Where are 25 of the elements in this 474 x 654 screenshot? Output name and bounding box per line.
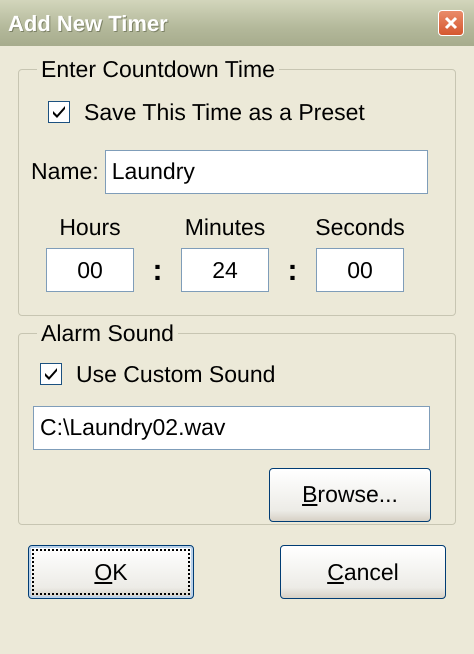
window-title: Add New Timer: [8, 10, 168, 38]
time-field[interactable]: 00: [316, 248, 404, 292]
browse-button[interactable]: Browse...: [269, 468, 431, 522]
checkbox[interactable]: [48, 101, 70, 124]
time-field[interactable]: 24: [181, 248, 269, 292]
checkbox-label: Use Custom Sound: [76, 360, 276, 389]
check-icon: [43, 366, 59, 382]
field-label: Seconds: [315, 212, 405, 242]
checkbox-label: Save This Time as a Preset: [84, 98, 365, 127]
checkbox[interactable]: [40, 363, 62, 386]
field-label: Name:: [31, 157, 99, 186]
file-path-field[interactable]: C:\Laundry02.wav: [33, 406, 430, 450]
group-title: Alarm Sound: [40, 322, 175, 345]
close-icon: [443, 15, 459, 31]
name-field[interactable]: Laundry: [104, 150, 428, 194]
close-button[interactable]: [438, 10, 464, 36]
time-field[interactable]: 00: [46, 248, 134, 292]
time-separator: :: [152, 256, 164, 286]
group-title: Enter Countdown Time: [40, 58, 276, 81]
dialog-button[interactable]: OK: [28, 545, 194, 599]
check-icon: [51, 104, 67, 120]
field-label: Hours: [59, 212, 121, 242]
time-separator: :: [286, 256, 298, 286]
dialog-button[interactable]: Cancel: [280, 545, 446, 599]
field-label: Minutes: [184, 212, 266, 242]
